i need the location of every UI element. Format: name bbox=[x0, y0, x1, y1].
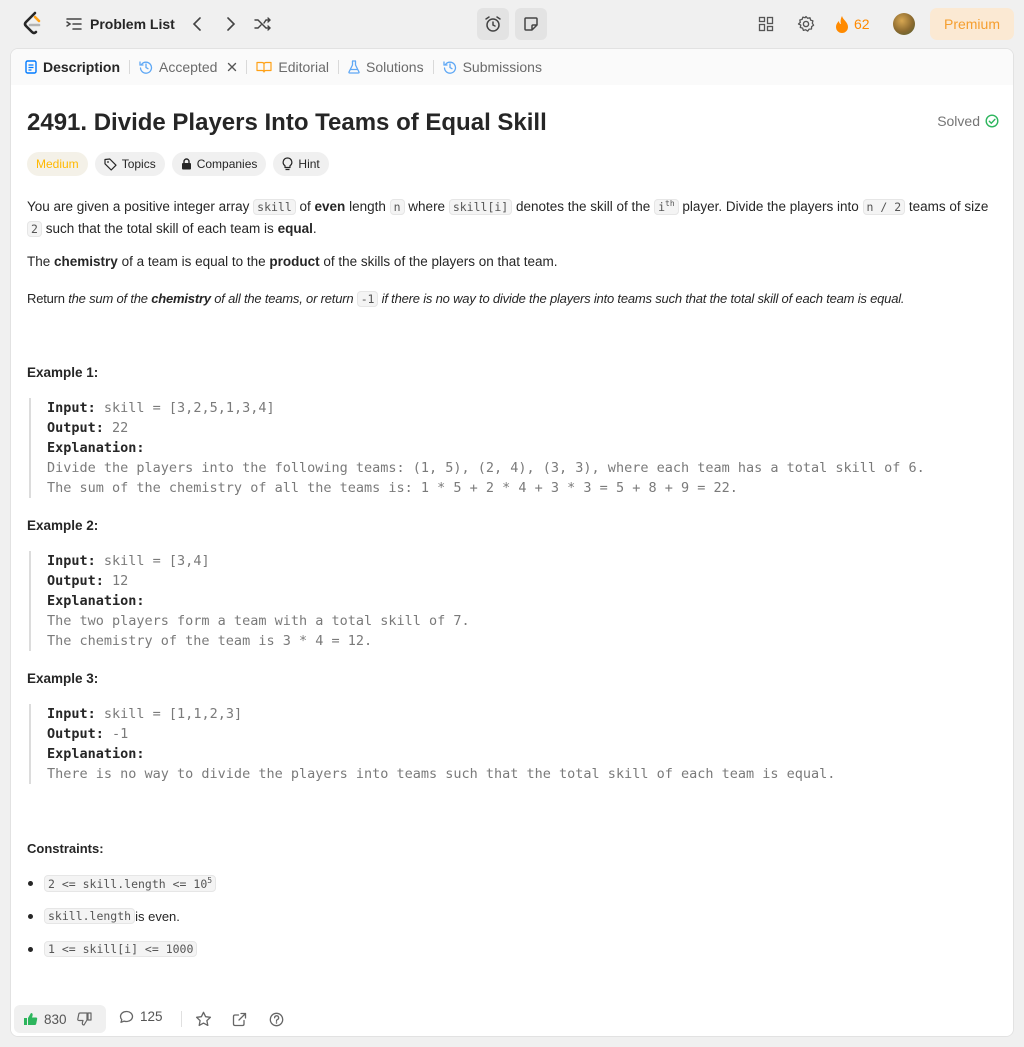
history-icon bbox=[442, 61, 456, 74]
problem-list-label: Problem List bbox=[90, 16, 175, 32]
tab-divider bbox=[246, 60, 248, 74]
fire-icon bbox=[836, 16, 848, 33]
help-button[interactable] bbox=[266, 1010, 286, 1028]
gear-icon bbox=[797, 15, 815, 32]
share-button[interactable] bbox=[229, 1010, 249, 1028]
bullet bbox=[28, 913, 33, 919]
example-3-title: Example 3: bbox=[27, 671, 99, 686]
close-icon[interactable] bbox=[227, 62, 237, 72]
tab-divider bbox=[337, 60, 339, 74]
solved-status: Solved bbox=[937, 113, 999, 129]
external-link-icon bbox=[232, 1012, 246, 1026]
note-icon bbox=[524, 17, 538, 31]
notes-button[interactable] bbox=[515, 8, 547, 40]
streak-counter[interactable]: 62 bbox=[835, 13, 870, 35]
lightbulb-icon bbox=[283, 157, 293, 171]
description-paragraph-2: The chemistry of a team is equal to the … bbox=[27, 254, 558, 269]
streak-count: 62 bbox=[854, 16, 870, 32]
chevron-left-icon bbox=[192, 17, 201, 31]
thumbs-down-icon[interactable] bbox=[76, 1012, 92, 1026]
flask-icon bbox=[348, 60, 360, 74]
check-circle-icon bbox=[985, 114, 999, 128]
tab-submissions[interactable]: Submissions bbox=[442, 59, 542, 75]
hint-tag[interactable]: Hint bbox=[273, 152, 329, 176]
difficulty-badge: Medium bbox=[27, 152, 88, 176]
constraints-title: Constraints: bbox=[27, 841, 104, 856]
tab-bar: Description Accepted Editorial Solutions… bbox=[11, 49, 1013, 85]
constraint-item: 2 <= skill.length <= 105 bbox=[27, 875, 217, 892]
like-count: 830 bbox=[44, 1011, 67, 1027]
tag-row: Medium Topics Companies Hint bbox=[27, 152, 329, 176]
book-icon bbox=[256, 61, 272, 73]
topics-tag[interactable]: Topics bbox=[94, 152, 165, 176]
bullet bbox=[28, 880, 33, 886]
hint-label: Hint bbox=[298, 157, 320, 171]
tab-solutions[interactable]: Solutions bbox=[348, 59, 424, 75]
top-navigation: Problem List 62 Premium bbox=[0, 0, 1024, 48]
history-icon bbox=[139, 61, 153, 74]
favorite-button[interactable] bbox=[193, 1010, 213, 1028]
leetcode-logo-icon[interactable] bbox=[22, 11, 44, 37]
example-2-title: Example 2: bbox=[27, 518, 99, 533]
tab-description-label: Description bbox=[43, 59, 121, 75]
example-2-block: Input: skill = [3,4] Output: 12 Explanat… bbox=[29, 551, 470, 651]
topics-label: Topics bbox=[121, 157, 156, 171]
constraint-item: skill.length is even. bbox=[27, 908, 180, 924]
bottom-action-bar: 830 125 bbox=[11, 999, 1013, 1036]
comment-count: 125 bbox=[140, 1009, 163, 1024]
example-1-block: Input: skill = [3,2,5,1,3,4] Output: 22 … bbox=[29, 398, 925, 498]
description-paragraph-3: Return the sum of the chemistry of all t… bbox=[27, 291, 905, 307]
next-problem-button[interactable] bbox=[220, 13, 242, 35]
divider bbox=[181, 1011, 182, 1027]
thumbs-up-icon[interactable] bbox=[23, 1012, 38, 1026]
avatar[interactable] bbox=[893, 13, 915, 35]
like-dislike-group: 830 bbox=[14, 1005, 106, 1033]
constraint-item: 1 <= skill[i] <= 1000 bbox=[27, 941, 198, 957]
tab-divider bbox=[129, 60, 131, 74]
tab-divider bbox=[432, 60, 434, 74]
previous-problem-button[interactable] bbox=[186, 13, 208, 35]
bullet bbox=[28, 946, 33, 952]
description-paragraph-1: You are given a positive integer array s… bbox=[27, 198, 989, 237]
shuffle-icon bbox=[254, 17, 271, 31]
list-icon bbox=[66, 17, 82, 31]
premium-button[interactable]: Premium bbox=[930, 8, 1014, 40]
problem-list-button[interactable]: Problem List bbox=[66, 14, 175, 34]
tab-solutions-label: Solutions bbox=[365, 59, 424, 75]
timer-button[interactable] bbox=[477, 8, 509, 40]
page-title[interactable]: 2491. Divide Players Into Teams of Equal… bbox=[27, 109, 547, 137]
star-icon bbox=[195, 1011, 211, 1027]
comments-button[interactable]: 125 bbox=[119, 1009, 163, 1024]
tab-editorial-label: Editorial bbox=[278, 59, 329, 75]
tab-submissions-label: Submissions bbox=[462, 59, 542, 75]
companies-label: Companies bbox=[196, 157, 258, 171]
description-panel: Description Accepted Editorial Solutions… bbox=[10, 48, 1014, 1037]
companies-tag[interactable]: Companies bbox=[171, 152, 267, 176]
example-1-title: Example 1: bbox=[27, 365, 99, 380]
tab-description[interactable]: Description bbox=[25, 59, 120, 75]
question-circle-icon bbox=[269, 1012, 283, 1026]
alarm-clock-icon bbox=[485, 16, 501, 32]
lock-icon bbox=[181, 158, 191, 170]
tab-accepted-label: Accepted bbox=[159, 59, 218, 75]
chevron-right-icon bbox=[227, 17, 236, 31]
random-problem-button[interactable] bbox=[252, 13, 274, 35]
grid-layout-icon bbox=[758, 16, 774, 32]
tag-icon bbox=[104, 157, 117, 171]
example-3-block: Input: skill = [1,1,2,3] Output: -1 Expl… bbox=[29, 704, 835, 784]
settings-button[interactable] bbox=[794, 12, 818, 36]
tab-accepted[interactable]: Accepted bbox=[139, 59, 237, 75]
tab-editorial[interactable]: Editorial bbox=[256, 59, 329, 75]
document-icon bbox=[25, 60, 37, 74]
solved-label: Solved bbox=[937, 113, 980, 129]
layout-button[interactable] bbox=[754, 12, 778, 36]
comment-icon bbox=[119, 1010, 134, 1023]
